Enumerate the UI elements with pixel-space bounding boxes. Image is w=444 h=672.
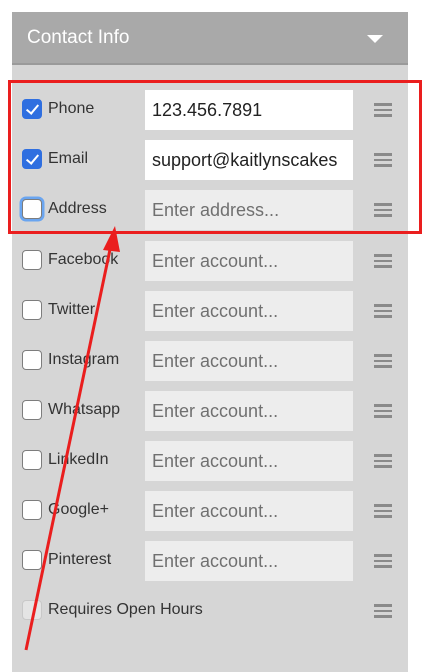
instagram-field[interactable]: Enter account... (145, 341, 353, 381)
linkedin-checkbox[interactable] (22, 450, 42, 470)
drag-handle-icon[interactable] (374, 153, 392, 167)
drag-handle-icon[interactable] (374, 304, 392, 318)
open-hours-label: Requires Open Hours (48, 601, 203, 618)
instagram-checkbox[interactable] (22, 350, 42, 370)
contact-row-google-plus: Google+ Enter account... (12, 491, 408, 531)
contact-row-instagram: Instagram Enter account... (12, 341, 408, 381)
drag-handle-icon[interactable] (374, 554, 392, 568)
phone-field[interactable]: 123.456.7891 (145, 90, 353, 130)
linkedin-field[interactable]: Enter account... (145, 441, 353, 481)
contact-row-phone: Phone 123.456.7891 (12, 90, 408, 130)
address-label: Address (48, 200, 107, 217)
pinterest-label: Pinterest (48, 551, 112, 568)
drag-handle-icon[interactable] (374, 254, 392, 268)
drag-handle-icon[interactable] (374, 454, 392, 468)
drag-handle-icon[interactable] (374, 203, 392, 217)
panel-header[interactable]: Contact Info (12, 12, 408, 65)
google-plus-checkbox[interactable] (22, 500, 42, 520)
email-checkbox[interactable] (22, 149, 42, 169)
linkedin-label: LinkedIn (48, 451, 109, 468)
contact-row-linkedin: LinkedIn Enter account... (12, 441, 408, 481)
panel-title: Contact Info (27, 27, 130, 48)
open-hours-row: Requires Open Hours (12, 591, 408, 631)
contact-row-pinterest: Pinterest Enter account... (12, 541, 408, 581)
drag-handle-icon[interactable] (374, 103, 392, 117)
whatsapp-checkbox[interactable] (22, 400, 42, 420)
google-plus-label: Google+ (48, 501, 109, 518)
address-checkbox[interactable] (22, 199, 42, 219)
drag-handle-icon[interactable] (374, 354, 392, 368)
google-plus-field[interactable]: Enter account... (145, 491, 353, 531)
contact-row-facebook: Facebook Enter account... (12, 241, 408, 281)
drag-handle-icon[interactable] (374, 504, 392, 518)
twitter-field[interactable]: Enter account... (145, 291, 353, 331)
whatsapp-field[interactable]: Enter account... (145, 391, 353, 431)
email-label: Email (48, 150, 89, 167)
facebook-checkbox[interactable] (22, 250, 42, 270)
contact-row-twitter: Twitter Enter account... (12, 291, 408, 331)
instagram-label: Instagram (48, 351, 120, 368)
drag-handle-icon[interactable] (374, 604, 392, 618)
facebook-label: Facebook (48, 251, 119, 268)
contact-info-panel: Contact Info Phone 123.456.7891 Email su… (12, 12, 408, 672)
whatsapp-label: Whatsapp (48, 401, 121, 418)
caret-down-icon[interactable] (367, 35, 383, 43)
phone-label: Phone (48, 100, 95, 117)
contact-row-address: Address Enter address... (12, 190, 408, 230)
address-field[interactable]: Enter address... (145, 190, 353, 230)
drag-handle-icon[interactable] (374, 404, 392, 418)
email-field[interactable]: support@kaitlynscakes (145, 140, 353, 180)
contact-row-email: Email support@kaitlynscakes (12, 140, 408, 180)
open-hours-checkbox[interactable] (22, 600, 42, 620)
contact-row-whatsapp: Whatsapp Enter account... (12, 391, 408, 431)
twitter-label: Twitter (48, 301, 96, 318)
pinterest-field[interactable]: Enter account... (145, 541, 353, 581)
pinterest-checkbox[interactable] (22, 550, 42, 570)
phone-checkbox[interactable] (22, 99, 42, 119)
facebook-field[interactable]: Enter account... (145, 241, 353, 281)
twitter-checkbox[interactable] (22, 300, 42, 320)
